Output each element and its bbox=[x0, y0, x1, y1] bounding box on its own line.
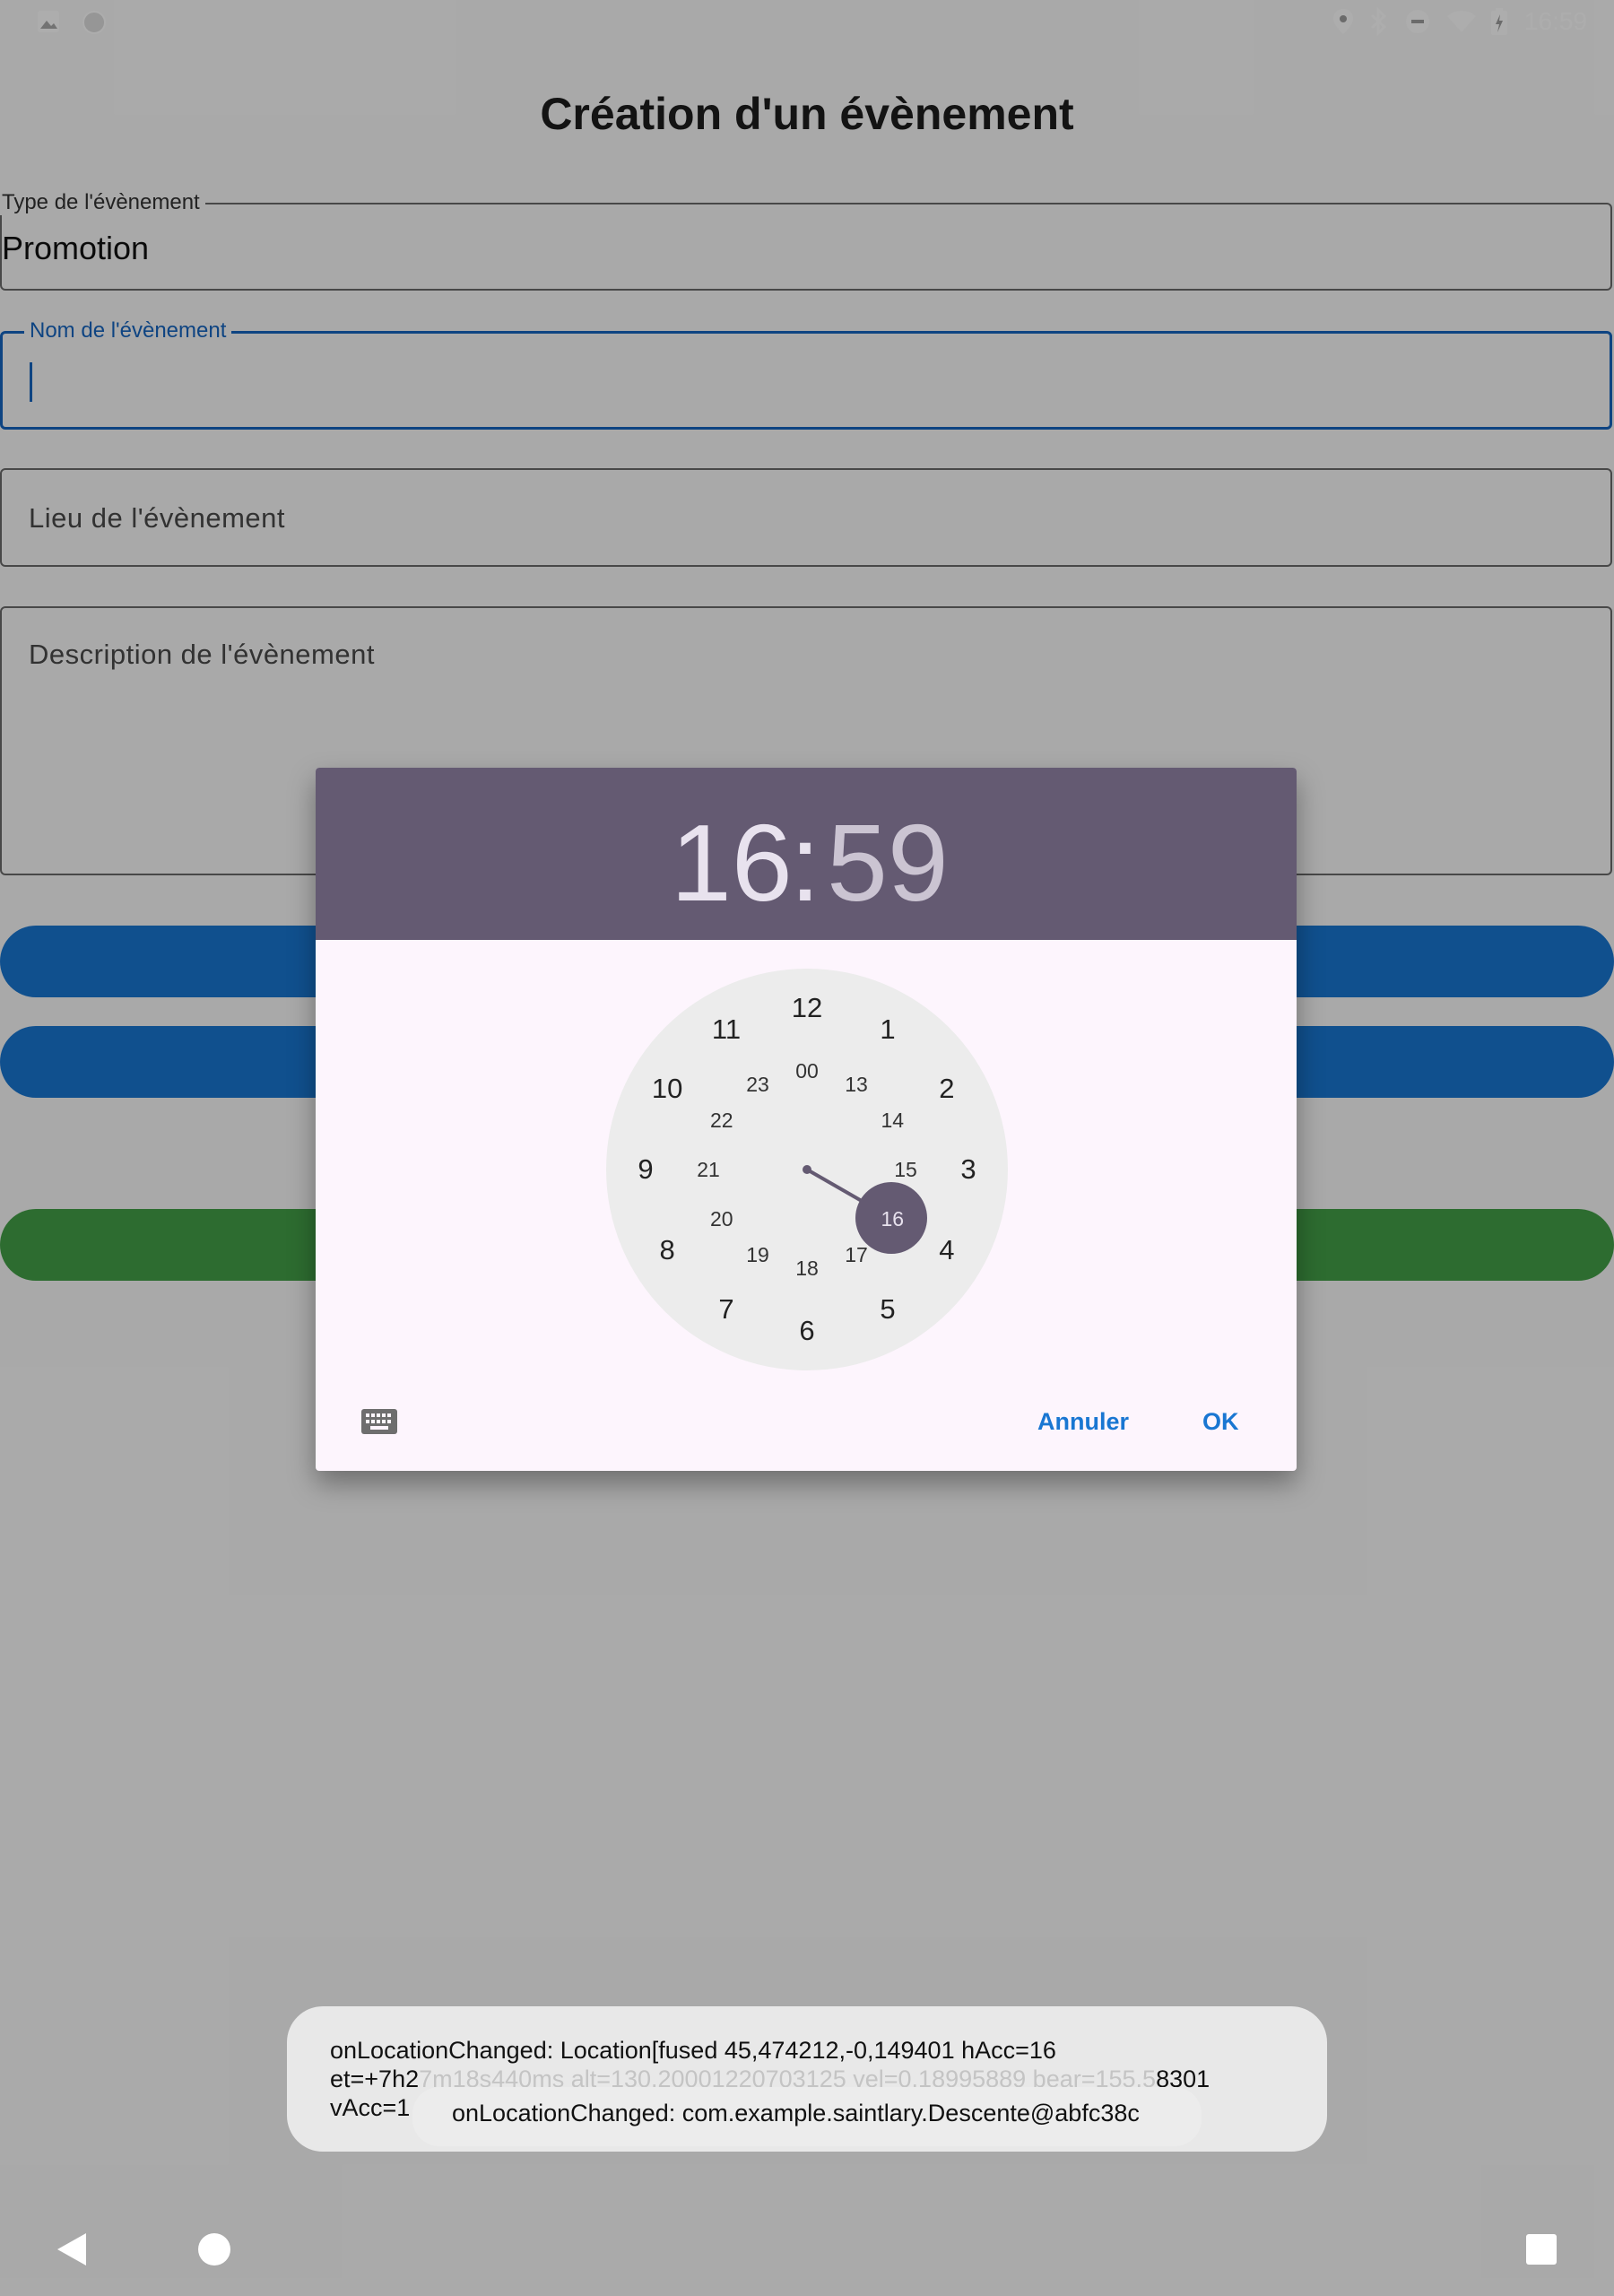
clock-hour-18[interactable]: 18 bbox=[780, 1250, 834, 1286]
keyboard-icon[interactable] bbox=[360, 1408, 398, 1435]
clock-face[interactable]: 12 1 2 3 4 5 6 7 8 9 10 11 00 13 14 15 16 17 18 19 20 21 22 23 bbox=[606, 969, 1008, 1370]
back-icon[interactable] bbox=[56, 2231, 88, 2267]
clock-hour-3[interactable]: 3 bbox=[941, 1152, 995, 1187]
toast-line-1: onLocationChanged: Location[fused 45,474… bbox=[330, 2037, 1056, 2064]
clock-hour-2[interactable]: 2 bbox=[920, 1071, 974, 1107]
toast-message: onLocationChanged: Location[fused 45,474… bbox=[287, 2006, 1327, 2152]
clock-hour-7[interactable]: 7 bbox=[699, 1292, 753, 1327]
toast-overlay: onLocationChanged: com.example.saintlary… bbox=[412, 2087, 1202, 2146]
clock-hour-16[interactable]: 16 bbox=[865, 1201, 919, 1237]
clock-hour-9[interactable]: 9 bbox=[619, 1152, 672, 1187]
cancel-button[interactable]: Annuler bbox=[1037, 1408, 1129, 1436]
clock-hour-11[interactable]: 11 bbox=[699, 1012, 753, 1048]
clock-hour-8[interactable]: 8 bbox=[640, 1232, 694, 1268]
toast-line-2-left: et=+7h2 bbox=[330, 2066, 420, 2092]
time-separator: : bbox=[790, 802, 820, 924]
clock-hour-6[interactable]: 6 bbox=[780, 1313, 834, 1349]
clock-hour-17[interactable]: 17 bbox=[829, 1237, 883, 1273]
clock-hour-19[interactable]: 19 bbox=[731, 1237, 785, 1273]
minute-display[interactable]: 59 bbox=[827, 800, 949, 926]
recents-icon[interactable] bbox=[1525, 2233, 1558, 2266]
navigation-bar bbox=[0, 2197, 1614, 2296]
clock-hour-23[interactable]: 23 bbox=[731, 1066, 785, 1102]
clock-hour-00[interactable]: 00 bbox=[780, 1053, 834, 1089]
clock-hour-13[interactable]: 13 bbox=[829, 1066, 883, 1102]
home-icon[interactable] bbox=[196, 2231, 232, 2267]
clock-hour-15[interactable]: 15 bbox=[879, 1152, 933, 1187]
hour-display[interactable]: 16 bbox=[671, 800, 793, 926]
toast-overlay-text: onLocationChanged: com.example.saintlary… bbox=[452, 2100, 1140, 2126]
clock-hour-5[interactable]: 5 bbox=[861, 1292, 915, 1327]
clock-hour-14[interactable]: 14 bbox=[865, 1102, 919, 1138]
toast-line-3-left: vAcc=1 bbox=[330, 2094, 411, 2121]
clock-hour-4[interactable]: 4 bbox=[920, 1232, 974, 1268]
time-picker-header: 16 : 59 bbox=[316, 768, 1297, 940]
clock-hour-1[interactable]: 1 bbox=[861, 1012, 915, 1048]
clock-hour-20[interactable]: 20 bbox=[695, 1201, 749, 1237]
time-picker-dialog: 16 : 59 12 1 2 3 4 5 6 7 8 9 10 11 00 13 14 15 16 17 18 19… bbox=[316, 768, 1297, 1471]
clock-hour-12[interactable]: 12 bbox=[780, 990, 834, 1026]
ok-button[interactable]: OK bbox=[1202, 1408, 1239, 1436]
clock-hour-21[interactable]: 21 bbox=[681, 1152, 735, 1187]
clock-hour-22[interactable]: 22 bbox=[695, 1102, 749, 1138]
clock-hour-10[interactable]: 10 bbox=[640, 1071, 694, 1107]
